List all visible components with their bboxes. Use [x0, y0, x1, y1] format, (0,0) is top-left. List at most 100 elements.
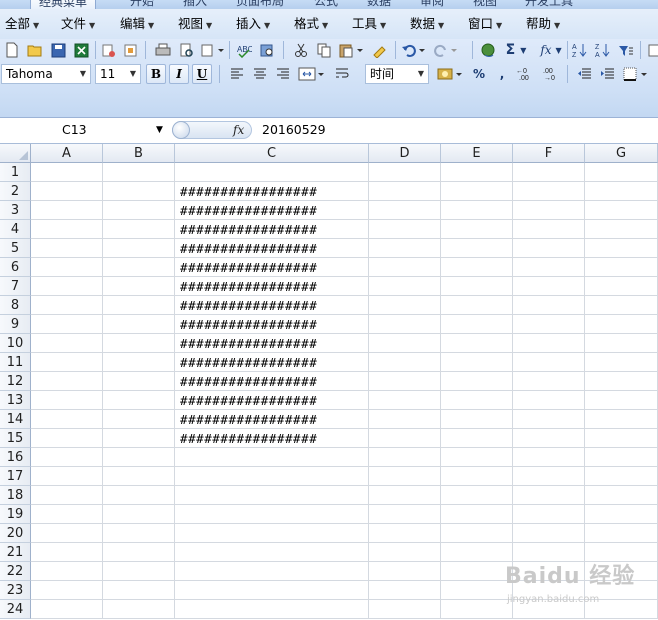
menu-help[interactable]: 帮助 ▼	[526, 9, 560, 39]
tab-developer[interactable]: 开发工具	[525, 0, 573, 9]
column-header-e[interactable]: E	[441, 144, 513, 163]
row-header-10[interactable]: 10	[0, 334, 31, 353]
print-preview-icon[interactable]	[177, 41, 195, 59]
row-header-18[interactable]: 18	[0, 486, 31, 505]
sort-asc-icon[interactable]: AZ	[571, 41, 589, 59]
column-header-f[interactable]: F	[513, 144, 585, 163]
cell-c17[interactable]	[175, 467, 369, 486]
row-header-2[interactable]: 2	[0, 182, 31, 201]
spreadsheet-grid[interactable]: A B C D E F G 1 2 ################# 3 #############…	[0, 144, 658, 620]
tab-formulas[interactable]: 公式	[314, 0, 338, 9]
row-header-6[interactable]: 6	[0, 258, 31, 277]
row-header-16[interactable]: 16	[0, 448, 31, 467]
cell-c8[interactable]: #################	[175, 296, 369, 315]
borders-icon[interactable]	[622, 65, 650, 83]
wrap-text-icon[interactable]	[333, 65, 351, 83]
row-header-4[interactable]: 4	[0, 220, 31, 239]
excel-icon[interactable]	[72, 41, 90, 59]
cell-c4[interactable]: #################	[175, 220, 369, 239]
row-header-12[interactable]: 12	[0, 372, 31, 391]
name-box[interactable]: C13 ▼	[0, 120, 172, 140]
preview-icon[interactable]	[121, 41, 139, 59]
row-header-17[interactable]: 17	[0, 467, 31, 486]
cell-c22[interactable]	[175, 562, 369, 581]
copy-icon[interactable]	[315, 41, 333, 59]
cell-c14[interactable]: #################	[175, 410, 369, 429]
menu-data[interactable]: 数据 ▼	[410, 9, 444, 39]
tab-page-layout[interactable]: 页面布局	[236, 0, 284, 9]
column-header-a[interactable]: A	[31, 144, 103, 163]
number-format-combo[interactable]: 时间 ▼	[365, 64, 429, 84]
row-header-20[interactable]: 20	[0, 524, 31, 543]
cell-c11[interactable]: #################	[175, 353, 369, 372]
row-header-21[interactable]: 21	[0, 543, 31, 562]
research-book-icon[interactable]	[258, 41, 276, 59]
cell-c24[interactable]	[175, 600, 369, 619]
menu-window[interactable]: 窗口 ▼	[468, 9, 502, 39]
tab-data[interactable]: 数据	[367, 0, 391, 9]
column-header-d[interactable]: D	[369, 144, 441, 163]
cell-c20[interactable]	[175, 524, 369, 543]
decrease-indent-icon[interactable]	[575, 65, 593, 83]
cell-c5[interactable]: #################	[175, 239, 369, 258]
cell-c13[interactable]: #################	[175, 391, 369, 410]
chevron-down-icon[interactable]: ▼	[414, 65, 428, 83]
hyperlink-icon[interactable]	[479, 41, 497, 59]
cell-c15[interactable]: #################	[175, 429, 369, 448]
save-icon[interactable]	[49, 41, 67, 59]
filter-icon[interactable]	[617, 41, 635, 59]
cell-c2[interactable]: #################	[175, 182, 369, 201]
tab-home[interactable]: 开始	[130, 0, 154, 9]
row-header-3[interactable]: 3	[0, 201, 31, 220]
cell-c21[interactable]	[175, 543, 369, 562]
open-folder-icon[interactable]	[26, 41, 44, 59]
research-icon[interactable]	[200, 41, 226, 59]
new-file-icon[interactable]	[3, 41, 21, 59]
print-icon[interactable]	[154, 41, 172, 59]
cell-c1[interactable]	[175, 163, 369, 182]
currency-icon[interactable]	[436, 65, 464, 83]
menu-insert[interactable]: 插入 ▼	[236, 9, 270, 39]
align-center-icon[interactable]	[251, 65, 269, 83]
row-header-8[interactable]: 8	[0, 296, 31, 315]
row-header-1[interactable]: 1	[0, 163, 31, 182]
comma-icon[interactable]: ,	[493, 65, 511, 83]
sort-desc-icon[interactable]: ZA	[594, 41, 612, 59]
tab-insert[interactable]: 插入	[183, 0, 207, 9]
tab-review[interactable]: 审阅	[420, 0, 444, 9]
format-painter-icon[interactable]	[370, 41, 388, 59]
cell-c3[interactable]: #################	[175, 201, 369, 220]
more-tools-icon[interactable]	[645, 41, 658, 59]
italic-button[interactable]: I	[169, 64, 189, 84]
align-right-icon[interactable]	[274, 65, 292, 83]
row-header-23[interactable]: 23	[0, 581, 31, 600]
row-header-9[interactable]: 9	[0, 315, 31, 334]
permission-icon[interactable]	[99, 41, 117, 59]
cell-c18[interactable]	[175, 486, 369, 505]
autosum-icon[interactable]: Σ ▼	[502, 41, 530, 59]
chevron-down-icon[interactable]: ▼	[126, 65, 140, 83]
redo-icon[interactable]	[432, 41, 460, 59]
tab-classic-menu[interactable]: 经典菜单	[30, 0, 97, 9]
chevron-down-icon[interactable]: ▼	[76, 65, 90, 83]
row-header-7[interactable]: 7	[0, 277, 31, 296]
cell-c6[interactable]: #################	[175, 258, 369, 277]
column-header-g[interactable]: G	[585, 144, 658, 163]
cell-c9[interactable]: #################	[175, 315, 369, 334]
increase-decimal-icon[interactable]: ←0.00	[516, 65, 536, 83]
menu-all[interactable]: 全部 ▼	[5, 9, 39, 39]
row-header-14[interactable]: 14	[0, 410, 31, 429]
row-header-24[interactable]: 24	[0, 600, 31, 619]
menu-tools[interactable]: 工具 ▼	[352, 9, 386, 39]
column-header-c[interactable]: C	[175, 144, 369, 163]
font-combo[interactable]: Tahoma ▼	[1, 64, 91, 84]
cell-c7[interactable]: #################	[175, 277, 369, 296]
undo-icon[interactable]	[400, 41, 428, 59]
increase-indent-icon[interactable]	[598, 65, 616, 83]
underline-button[interactable]: U	[192, 64, 212, 84]
row-header-5[interactable]: 5	[0, 239, 31, 258]
percent-icon[interactable]: %	[470, 65, 488, 83]
bold-button[interactable]: B	[146, 64, 166, 84]
formula-input[interactable]: 20160529	[262, 120, 326, 140]
menu-edit[interactable]: 编辑 ▼	[120, 9, 154, 39]
